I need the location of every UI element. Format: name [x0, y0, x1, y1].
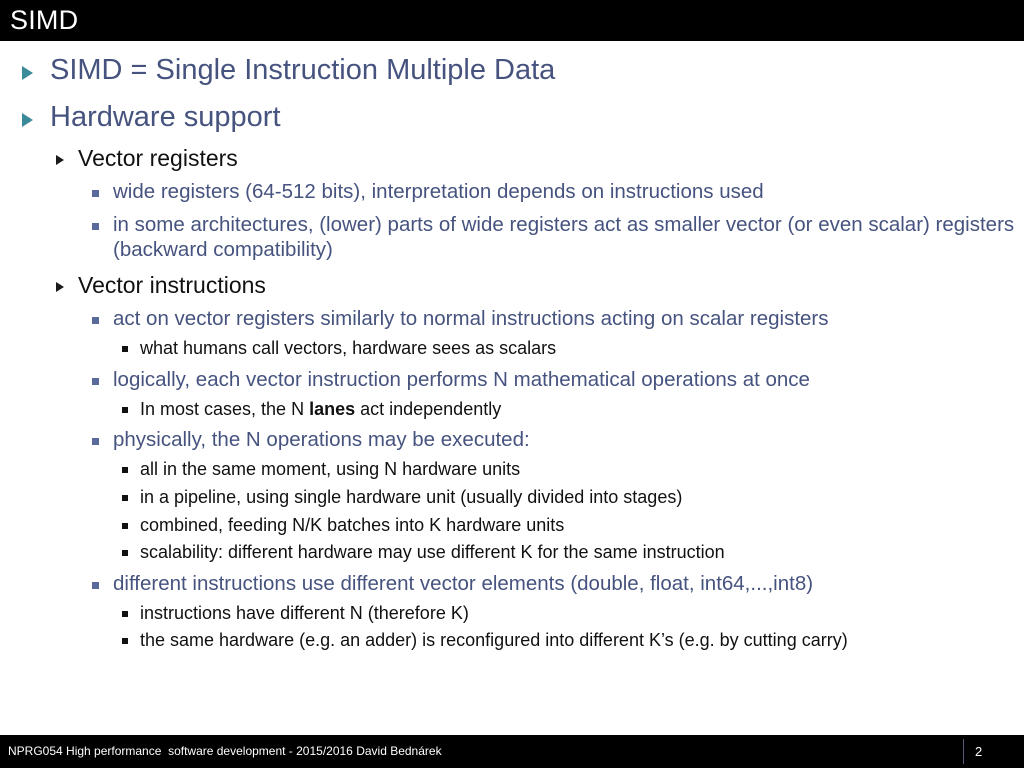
- slide-footer-bar: NPRG054 High performance software develo…: [0, 735, 1024, 768]
- slide-title-bar: SIMD: [0, 0, 1024, 41]
- bullet-text: in a pipeline, using single hardware uni…: [140, 486, 683, 507]
- square-bullet-icon: [122, 610, 128, 617]
- bullet-text: act on vector registers similarly to nor…: [113, 307, 829, 331]
- square-bullet-icon: [122, 522, 128, 529]
- bullet-item-level-3: in some architectures, (lower) parts of …: [0, 212, 1024, 264]
- page-title: SIMD: [10, 5, 79, 35]
- bullet-item-level-1: Hardware support: [0, 100, 1024, 135]
- footer-page-number: 2: [975, 744, 983, 759]
- slide-content: SIMD = Single Instruction Multiple Data H…: [0, 41, 1024, 735]
- triangle-right-icon: [56, 154, 64, 165]
- bullet-text: wide registers (64-512 bits), interpreta…: [113, 179, 764, 203]
- bullet-item-level-3: logically, each vector instruction perfo…: [0, 367, 1024, 393]
- bullet-text: different instructions use different vec…: [113, 571, 814, 595]
- bullet-item-level-2: Vector instructions: [0, 271, 1024, 299]
- square-bullet-icon: [92, 317, 99, 325]
- bullet-item-level-4: the same hardware (e.g. an adder) is rec…: [0, 629, 1024, 652]
- bullet-item-level-4: scalability: different hardware may use …: [0, 541, 1024, 564]
- bullet-item-level-3: different instructions use different vec…: [0, 571, 1024, 597]
- triangle-right-icon: [22, 113, 33, 128]
- bullet-item-level-4: in a pipeline, using single hardware uni…: [0, 486, 1024, 509]
- square-bullet-icon: [122, 638, 128, 645]
- bullet-text: scalability: different hardware may use …: [140, 542, 725, 563]
- square-bullet-icon: [92, 377, 99, 385]
- bullet-item-level-3: act on vector registers similarly to nor…: [0, 306, 1024, 332]
- bullet-text: physically, the N operations may be exec…: [113, 428, 530, 452]
- square-bullet-icon: [122, 494, 128, 501]
- square-bullet-icon: [92, 189, 99, 197]
- bullet-item-level-3: physically, the N operations may be exec…: [0, 427, 1024, 453]
- square-bullet-icon: [122, 467, 128, 474]
- bullet-text: logically, each vector instruction perfo…: [113, 367, 810, 391]
- bullet-text: combined, feeding N/K batches into K har…: [140, 514, 565, 535]
- triangle-right-icon: [56, 282, 64, 293]
- square-bullet-icon: [92, 222, 99, 230]
- bullet-text: instructions have different N (therefore…: [140, 602, 469, 623]
- bullet-text: what humans call vectors, hardware sees …: [140, 338, 557, 359]
- square-bullet-icon: [92, 581, 99, 589]
- bullet-text: In most cases, the N lanes act independe…: [140, 398, 502, 419]
- triangle-right-icon: [22, 66, 33, 80]
- bullet-item-level-4: instructions have different N (therefore…: [0, 602, 1024, 625]
- bullet-text: Vector instructions: [78, 272, 266, 299]
- bullet-item-level-4: combined, feeding N/K batches into K har…: [0, 514, 1024, 537]
- bullet-item-level-4: what humans call vectors, hardware sees …: [0, 337, 1024, 360]
- bullet-item-level-4: all in the same moment, using N hardware…: [0, 458, 1024, 481]
- bullet-item-level-1: SIMD = Single Instruction Multiple Data: [0, 53, 1024, 88]
- bullet-item-level-4: In most cases, the N lanes act independe…: [0, 398, 1024, 421]
- bullet-text: the same hardware (e.g. an adder) is rec…: [140, 630, 848, 651]
- bullet-text: all in the same moment, using N hardware…: [140, 459, 521, 480]
- bullet-text: in some architectures, (lower) parts of …: [113, 212, 1015, 262]
- square-bullet-icon: [122, 406, 128, 413]
- bullet-text: Vector registers: [78, 144, 238, 171]
- bullet-item-level-3: wide registers (64-512 bits), interpreta…: [0, 179, 1024, 205]
- square-bullet-icon: [122, 550, 128, 557]
- footer-course-text: NPRG054 High performance software develo…: [8, 744, 442, 758]
- footer-divider: [963, 739, 964, 764]
- bullet-text: Hardware support: [50, 101, 281, 134]
- bullet-text: SIMD = Single Instruction Multiple Data: [50, 54, 556, 86]
- square-bullet-icon: [92, 438, 99, 446]
- bullet-item-level-2: Vector registers: [0, 144, 1024, 172]
- square-bullet-icon: [122, 346, 128, 353]
- bullet-list: SIMD = Single Instruction Multiple Data H…: [0, 53, 1024, 652]
